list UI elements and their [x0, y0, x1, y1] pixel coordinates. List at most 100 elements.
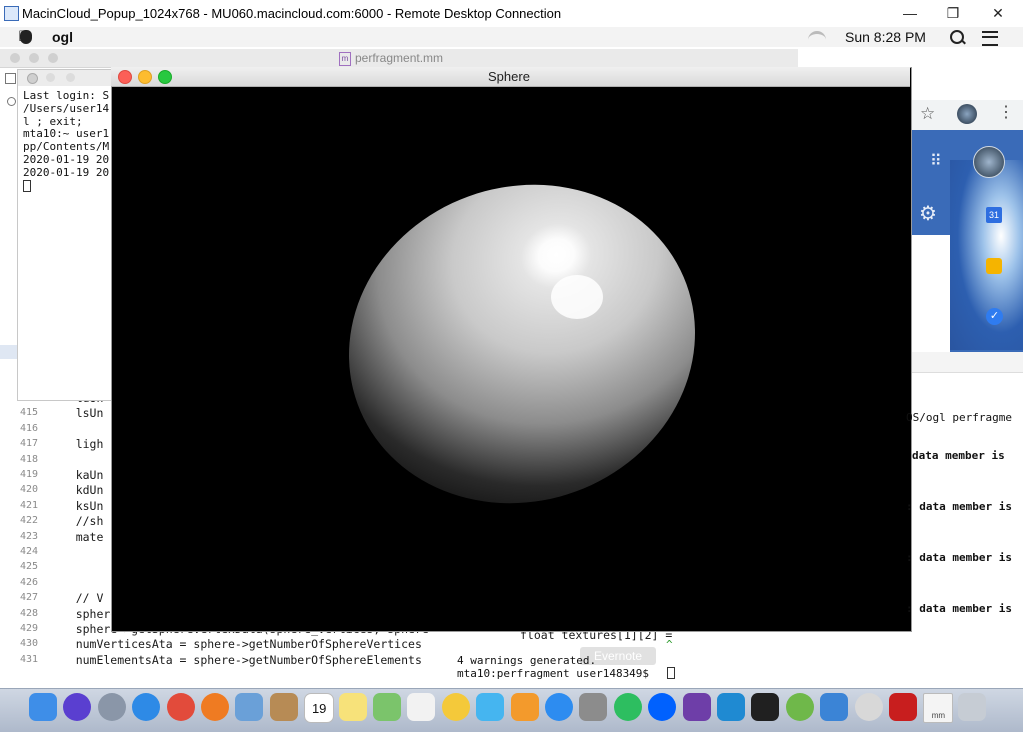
preview-icon[interactable] — [235, 693, 264, 721]
line-number: 425 — [20, 561, 39, 573]
line-number: 428 — [20, 607, 39, 619]
editor-min-dot[interactable] — [29, 53, 39, 63]
apps-grid-icon[interactable]: ⠿ — [930, 151, 942, 171]
code-line[interactable]: numVerticesAta = sphere->getNumberOfSphe… — [48, 637, 422, 651]
wifi-icon[interactable] — [808, 31, 826, 44]
editor-file-title: perfragment.mm — [355, 51, 444, 65]
line-number: 419 — [20, 469, 39, 480]
terminal-close-dot[interactable] — [27, 73, 38, 84]
firefox-icon[interactable] — [201, 693, 229, 721]
build-caret: ^ — [666, 638, 673, 651]
menubar-clock[interactable]: Sun 8:28 PM — [845, 29, 926, 45]
evernote-icon[interactable] — [613, 693, 642, 721]
dropbox-icon[interactable] — [648, 693, 677, 721]
line-number: 429 — [20, 623, 39, 634]
sidebar-toggle-icon-2[interactable] — [7, 97, 16, 106]
vscode-icon[interactable] — [717, 693, 745, 721]
line-number: 431 — [20, 653, 39, 665]
reminders-icon[interactable] — [407, 693, 436, 721]
settings-gear-icon[interactable]: ⚙ — [919, 201, 937, 226]
terminal-line: 2020-01-19 20 — [23, 165, 110, 179]
browser-wallpaper-white — [910, 235, 950, 352]
build-output-line: OS/ogl perfragme — [906, 411, 1012, 424]
bookmark-star-icon[interactable]: ☆ — [920, 104, 935, 124]
code-line[interactable]: lsUn — [48, 406, 104, 420]
messages-icon[interactable] — [476, 693, 505, 721]
finder-icon[interactable] — [29, 693, 57, 721]
xcode-icon[interactable] — [820, 693, 849, 721]
profile-avatar[interactable] — [957, 104, 977, 124]
line-number: 416 — [20, 422, 39, 434]
minimize-button[interactable]: — — [895, 3, 925, 23]
terminal-line: Last login: S — [23, 90, 110, 102]
safari-icon[interactable] — [132, 693, 161, 721]
keep-icon[interactable] — [986, 258, 1002, 274]
sphere-close-button[interactable] — [118, 70, 132, 84]
calendar-icon[interactable]: 31 — [986, 207, 1002, 223]
build-output-line: data member is — [912, 449, 1005, 462]
calendar-icon[interactable]: 19 — [304, 693, 335, 723]
build-output-pane — [910, 352, 1023, 688]
line-number: 423 — [20, 530, 39, 542]
android-studio-icon[interactable] — [785, 693, 814, 721]
terminal-min-dot[interactable] — [46, 73, 55, 82]
build-output-line: : data member is — [906, 500, 1012, 513]
line-number: 420 — [20, 484, 39, 496]
editor-max-dot[interactable] — [48, 53, 58, 63]
acrobat-icon[interactable] — [889, 693, 917, 721]
code-line[interactable]: // V — [48, 591, 104, 605]
terminal-cursor — [23, 180, 31, 192]
sphere-specular-highlight — [551, 275, 603, 319]
terminal-line: /Users/user14 — [23, 101, 110, 115]
code-line[interactable]: kdUn — [48, 483, 104, 497]
terminal-icon[interactable] — [751, 693, 780, 721]
line-number: 422 — [20, 515, 39, 527]
sphere-window-title: Sphere — [488, 69, 530, 84]
menubar-app-name[interactable]: ogl — [52, 29, 73, 45]
chrome-icon[interactable] — [166, 693, 195, 721]
objc-file-icon: m — [339, 52, 351, 66]
line-number: 415 — [20, 407, 39, 419]
editor-close-dot[interactable] — [10, 53, 20, 63]
maps-icon[interactable] — [373, 693, 401, 721]
photos-icon[interactable] — [441, 693, 470, 721]
code-line[interactable]: //sh — [48, 514, 104, 528]
line-number: 426 — [20, 576, 39, 588]
notification-center-icon[interactable] — [982, 31, 998, 46]
code-line[interactable]: mate — [48, 530, 104, 544]
system-preferences-icon[interactable] — [579, 693, 608, 721]
app-store-icon[interactable] — [545, 693, 573, 721]
browser-menu-icon[interactable]: ⋮ — [998, 105, 1014, 121]
restore-button[interactable]: ❐ — [938, 3, 968, 23]
build-output-line: : data member is — [906, 551, 1012, 564]
sphere-zoom-button[interactable] — [158, 70, 172, 84]
contacts-icon[interactable] — [269, 693, 298, 721]
rdp-app-icon[interactable] — [4, 6, 19, 21]
launchpad-icon[interactable] — [97, 693, 126, 721]
sidebar-toggle-icon[interactable] — [5, 73, 16, 84]
sphere-render-canvas[interactable] — [112, 87, 909, 629]
code-line[interactable]: kaUn — [48, 468, 104, 482]
visual-studio-icon[interactable] — [682, 693, 711, 721]
terminal-output: Last login: S/Users/user14 l ; exit; mta10… — [23, 90, 117, 200]
sphere-minimize-button[interactable] — [138, 70, 152, 84]
notes-icon[interactable] — [338, 693, 367, 721]
apple-logo-shape[interactable] — [20, 30, 32, 44]
code-line[interactable]: ligh — [48, 437, 104, 451]
terminal-max-dot[interactable] — [66, 73, 75, 82]
notification-center-icon-mid — [982, 36, 998, 38]
close-button[interactable]: ✕ — [983, 3, 1013, 23]
line-number: 418 — [20, 453, 39, 465]
line-number: 421 — [20, 499, 39, 511]
books-icon[interactable] — [510, 693, 539, 721]
code-line[interactable]: ksUn — [48, 499, 104, 513]
rdp-window-title: MacinCloud_Popup_1024x768 - MU060.macinc… — [22, 6, 562, 21]
network-utility-icon[interactable] — [854, 693, 883, 721]
trash-icon[interactable] — [957, 693, 986, 721]
tasks-icon[interactable]: ✓ — [986, 308, 1003, 325]
account-avatar[interactable] — [973, 146, 1005, 178]
line-number: 427 — [20, 592, 39, 604]
code-line[interactable]: numElementsAta = sphere->getNumberOfSphe… — [48, 653, 422, 667]
browser-wallpaper-swirl — [950, 160, 1023, 350]
document-icon[interactable]: mm — [923, 693, 954, 723]
